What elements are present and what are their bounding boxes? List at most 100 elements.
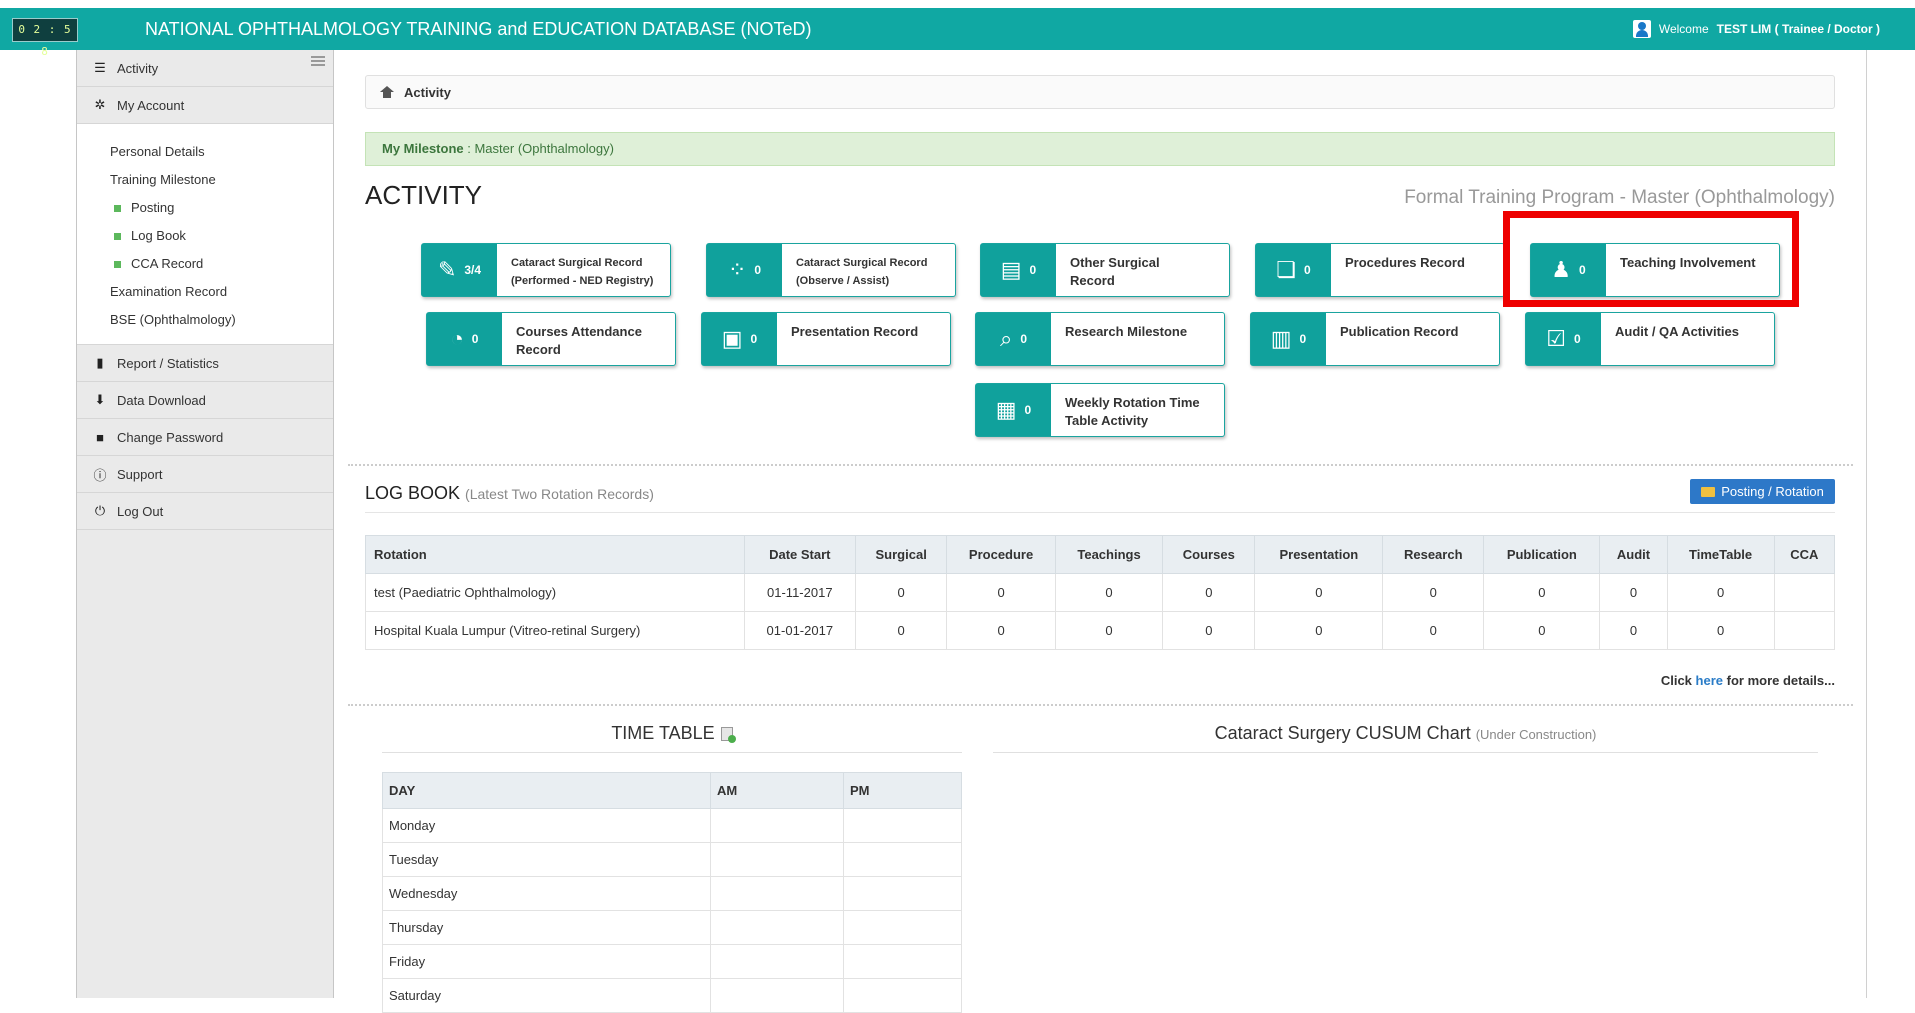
cell: 0 [1599,573,1668,612]
top-bar: 0 2 : 5 8 NATIONAL OPHTHALMOLOGY TRAININ… [0,8,1915,58]
network-icon: ⁘ [727,257,747,282]
tile-label-2: Record [516,342,561,357]
cell: 0 [1162,573,1256,612]
divider [348,704,1853,706]
sidebar-item-logout[interactable]: ⏻ Log Out [77,493,333,530]
col-audit: Audit [1599,535,1668,574]
pm-cell [843,910,962,945]
tile-cataract-observe[interactable]: ⁘ 0 Cataract Surgical Record (Observe / As… [706,243,956,297]
col-publication: Publication [1483,535,1601,574]
tile-label: Procedures Record [1345,255,1465,270]
divider [382,752,962,753]
tile-label: Weekly Rotation Time [1065,395,1200,410]
tile-weekly-rotation[interactable]: ▦ 0 Weekly Rotation Time Table Activity [975,383,1225,437]
am-cell [710,944,844,979]
col-courses: Courses [1162,535,1256,574]
submenu-personal-details[interactable]: Personal Details [110,138,333,166]
highlight-box [1503,211,1799,307]
tile-research-milestone[interactable]: ⌕ 0 Research Milestone [975,312,1225,366]
col-rotation: Rotation [365,535,745,574]
cell: Hospital Kuala Lumpur (Vitreo-retinal Su… [365,611,745,650]
lock-icon: ■ [96,429,104,445]
divider [993,752,1818,753]
click-prefix: Click [1660,673,1692,688]
sidebar-item-label: Support [117,466,163,482]
cell: 0 [946,611,1056,650]
col-surgical: Surgical [855,535,948,574]
tile-count: 0 [1299,332,1307,346]
col-presentation: Presentation [1254,535,1384,574]
submenu-training-milestone[interactable]: Training Milestone [110,166,333,194]
tile-label: Presentation Record [791,324,919,339]
sidebar: ☰ Activity ✲ My Account Personal Details… [76,50,334,998]
table-row: Saturday [382,978,962,1013]
sidebar-collapse-icon[interactable] [311,56,325,66]
sidebar-item-report[interactable]: ▮ Report / Statistics [77,345,333,382]
tile-icon-area: ▥ 0 [1251,313,1326,365]
clipboard-icon: ▤ [1000,257,1022,282]
pm-cell [843,944,962,979]
tile-label-2: (Observe / Assist) [796,275,890,287]
tile-count: 0 [754,263,762,277]
col-am: AM [710,772,844,809]
tile-procedures[interactable]: ❏ 0 Procedures Record [1255,243,1505,297]
milestone-banner: My Milestone : Master (Ophthalmology) [365,132,1835,166]
timetable-heading: TIME TABLE [611,723,715,743]
divider [348,464,1853,466]
add-document-icon[interactable] [720,726,736,743]
day-cell: Monday [382,808,711,843]
sidebar-item-my-account[interactable]: ✲ My Account [77,87,333,124]
cell: 0 [1054,611,1164,650]
logbook-subtitle: (Latest Two Rotation Records) [465,486,654,502]
tile-count: 0 [471,332,479,346]
sidebar-item-label: My Account [117,97,185,113]
audit-icon: ☑ [1546,326,1567,351]
day-cell: Friday [382,944,711,979]
tile-icon-area: ✎ 3/4 [422,244,497,296]
user-welcome[interactable]: Welcome TEST LIM ( Trainee / Doctor ) [1632,8,1880,50]
col-teachings: Teachings [1054,535,1164,574]
day-cell: Tuesday [382,842,711,877]
cell: 01-11-2017 [743,573,857,612]
tile-other-surgical[interactable]: ▤ 0 Other Surgical Record [980,243,1230,297]
home-icon[interactable] [380,86,394,98]
submenu-examination-record[interactable]: Examination Record [110,278,333,306]
logbook-heading: LOG BOOK [365,483,461,503]
cell: 0 [1254,611,1384,650]
tile-courses-attendance[interactable]: ◔ 0 Courses Attendance Record [426,312,676,366]
cell: test (Paediatric Ophthalmology) [365,573,745,612]
milestone-value: : Master (Ophthalmology) [467,141,614,156]
tile-label-2: Table Activity [1065,413,1149,428]
col-timetable: TimeTable [1666,535,1775,574]
info-icon: ⓘ [93,467,107,483]
col-day: DAY [382,772,711,809]
tile-label: Courses Attendance [516,324,642,339]
sidebar-item-data-download[interactable]: ⬇ Data Download [77,382,333,419]
tile-label: Research Milestone [1065,324,1188,339]
page-title: ACTIVITY [365,180,483,210]
submenu-log-book[interactable]: Log Book [110,222,333,250]
tile-publication[interactable]: ▥ 0 Publication Record [1250,312,1500,366]
tile-presentation[interactable]: ▣ 0 Presentation Record [701,312,951,366]
welcome-user: TEST LIM ( Trainee / Doctor ) [1716,22,1880,36]
posting-rotation-button[interactable]: Posting / Rotation [1690,479,1835,504]
submenu-posting[interactable]: Posting [110,194,333,222]
list-icon: ☰ [94,60,106,75]
sidebar-item-change-password[interactable]: ■ Change Password [77,419,333,456]
tile-count: 0 [1024,403,1032,417]
submenu-cca-record[interactable]: CCA Record [110,250,333,278]
tile-cataract-performed[interactable]: ✎ 3/4 Cataract Surgical Record (Performed … [421,243,671,297]
power-icon: ⏻ [94,503,106,518]
tile-audit-qa[interactable]: ☑ 0 Audit / QA Activities [1525,312,1775,366]
tile-count: 0 [750,332,758,346]
posting-rotation-label: Posting / Rotation [1721,484,1824,499]
cell: 0 [855,573,948,612]
table-row: Thursday [382,910,962,945]
sidebar-item-activity[interactable]: ☰ Activity [77,50,333,87]
sidebar-item-support[interactable]: ⓘ Support [77,456,333,493]
tile-icon-area: ◔ 0 [427,313,502,365]
more-details-link[interactable]: here [1696,673,1723,688]
timetable-table: DAY AM PM Monday Tuesday Wednesday Thurs… [382,772,962,1013]
cell: 0 [1483,573,1601,612]
submenu-bse[interactable]: BSE (Ophthalmology) [110,306,333,334]
